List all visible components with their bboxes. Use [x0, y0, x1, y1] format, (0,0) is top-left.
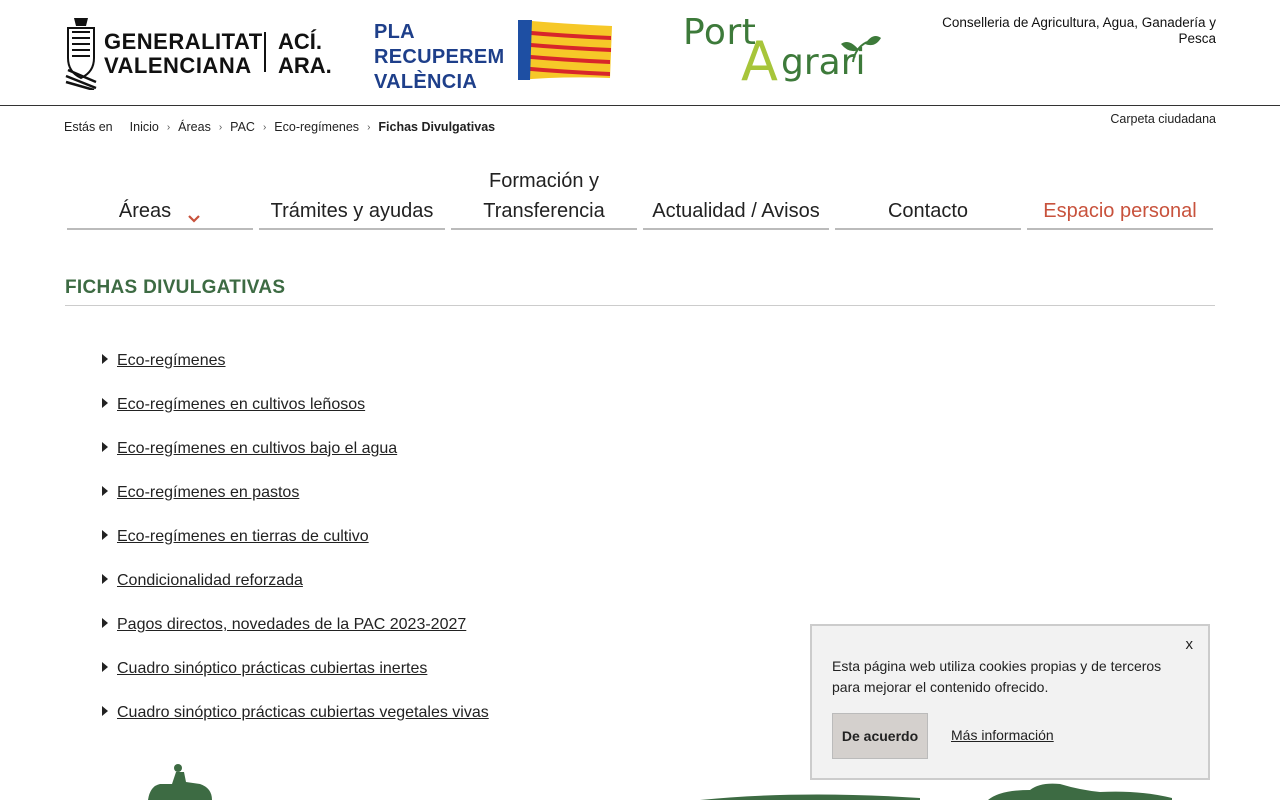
cookie-accept-button[interactable]: De acuerdo — [832, 713, 928, 759]
ficha-link[interactable]: Condicionalidad reforzada — [117, 572, 303, 590]
ficha-link[interactable]: Eco-regímenes en cultivos bajo el agua — [117, 440, 397, 458]
breadcrumb: Estás en Inicio › Áreas › PAC › Eco-regí… — [64, 120, 495, 134]
list-item: Eco-regímenes en cultivos leñosos — [100, 384, 489, 428]
ficha-link[interactable]: Eco-regímenes en cultivos leñosos — [117, 396, 365, 414]
nav-item-label: Contacto — [887, 200, 969, 222]
ficha-link[interactable]: Eco-regímenes en tierras de cultivo — [117, 528, 369, 546]
caret-right-icon — [102, 442, 108, 452]
aciara-wordmark: ACÍ. ARA. — [278, 30, 332, 78]
title-divider — [65, 305, 1215, 306]
caret-right-icon — [102, 706, 108, 716]
chevron-right-icon: › — [262, 121, 267, 133]
pla-recuperem-logo[interactable]: PLA RECUPEREM VALÈNCIA — [374, 18, 618, 93]
list-item: Cuadro sinóptico prácticas cubiertas veg… — [100, 692, 489, 736]
breadcrumb-inicio[interactable]: Inicio — [130, 120, 159, 134]
ara-text: ARA. — [278, 53, 332, 78]
chevron-right-icon: › — [367, 121, 371, 133]
list-item: Condicionalidad reforzada — [100, 560, 489, 604]
generalitat-logo[interactable]: GENERALITAT VALENCIANA ACÍ. ARA. — [64, 14, 344, 92]
portal-a-text: A — [741, 30, 778, 93]
pla-wordmark: PLA RECUPEREM VALÈNCIA — [374, 20, 505, 95]
list-item: Eco-regímenes en pastos — [100, 472, 489, 516]
nav-item-contacto[interactable]: Contacto — [835, 164, 1021, 230]
gv-shield-icon — [65, 18, 97, 90]
ficha-link[interactable]: Eco-regímenes — [117, 352, 226, 370]
caret-right-icon — [102, 574, 108, 584]
list-item: Eco-regímenes en tierras de cultivo — [100, 516, 489, 560]
ficha-link[interactable]: Cuadro sinóptico prácticas cubiertas ine… — [117, 660, 427, 678]
site-header: GENERALITAT VALENCIANA ACÍ. ARA. PLA REC… — [0, 0, 1280, 106]
list-item: Pagos directos, novedades de la PAC 2023… — [100, 604, 489, 648]
portal-agrari-logo[interactable]: Port A grari — [683, 12, 883, 93]
chevron-right-icon: › — [218, 121, 223, 133]
cookie-more-info-link[interactable]: Más información — [951, 727, 1054, 743]
conselleria-name: Conselleria de Agricultura, Agua, Ganade… — [942, 15, 1216, 46]
aci-text: ACÍ. — [278, 29, 322, 54]
breadcrumb-label: Estás en — [64, 120, 113, 134]
nav-item-formacion[interactable]: Formación y Transferencia — [451, 164, 637, 230]
cookie-banner: x Esta página web utiliza cookies propia… — [810, 624, 1210, 780]
carpeta-ciudadana-link[interactable]: Carpeta ciudadana — [1110, 112, 1216, 126]
generalitat-wordmark: GENERALITAT VALENCIANA — [104, 30, 263, 78]
list-item: Eco-regímenes en cultivos bajo el agua — [100, 428, 489, 472]
gv-line1: GENERALITAT — [104, 29, 263, 54]
fichas-list: Eco-regímenes Eco-regímenes en cultivos … — [100, 340, 489, 736]
breadcrumb-pac[interactable]: PAC — [230, 120, 255, 134]
cookie-message: Esta página web utiliza cookies propias … — [832, 658, 1162, 695]
caret-right-icon — [102, 530, 108, 540]
chevron-down-icon — [188, 215, 200, 223]
caret-right-icon — [102, 618, 108, 628]
pla-line1: PLA — [374, 21, 415, 43]
nav-item-label: Espacio personal — [1043, 200, 1197, 222]
nav-item-areas[interactable]: Áreas — [67, 164, 253, 230]
caret-right-icon — [102, 662, 108, 672]
list-item: Cuadro sinóptico prácticas cubiertas ine… — [100, 648, 489, 692]
caret-right-icon — [102, 486, 108, 496]
main-nav: Áreas Trámites y ayudas Formación y Tran… — [64, 164, 1216, 230]
caret-right-icon — [102, 398, 108, 408]
nav-item-label: Formación y Transferencia — [483, 170, 605, 222]
chevron-right-icon: › — [166, 121, 171, 133]
nav-item-tramites[interactable]: Trámites y ayudas — [259, 164, 445, 230]
nav-item-label: Actualidad / Avisos — [652, 200, 820, 222]
logo-separator — [264, 32, 266, 72]
list-item: Eco-regímenes — [100, 340, 489, 384]
nav-item-actualidad[interactable]: Actualidad / Avisos — [643, 164, 829, 230]
pla-line2: RECUPEREM — [374, 46, 505, 68]
nav-item-label: Áreas — [118, 200, 172, 222]
gv-line2: VALENCIANA — [104, 53, 252, 78]
pla-line3: VALÈNCIA — [374, 71, 478, 93]
nav-item-label: Trámites y ayudas — [270, 200, 434, 222]
close-icon[interactable]: x — [1186, 636, 1194, 653]
caret-right-icon — [102, 354, 108, 364]
breadcrumb-eco-regimenes[interactable]: Eco-regímenes — [274, 120, 359, 134]
breadcrumb-areas[interactable]: Áreas — [178, 120, 211, 134]
leaf-icon — [841, 36, 881, 63]
ficha-link[interactable]: Cuadro sinóptico prácticas cubiertas veg… — [117, 704, 489, 722]
breadcrumb-current: Fichas Divulgativas — [378, 120, 496, 134]
ficha-link[interactable]: Eco-regímenes en pastos — [117, 484, 299, 502]
page-title: FICHAS DIVULGATIVAS — [65, 277, 286, 298]
ficha-link[interactable]: Pagos directos, novedades de la PAC 2023… — [117, 616, 466, 634]
senyera-flag-icon — [518, 20, 612, 80]
nav-item-espacio-personal[interactable]: Espacio personal — [1027, 164, 1213, 230]
